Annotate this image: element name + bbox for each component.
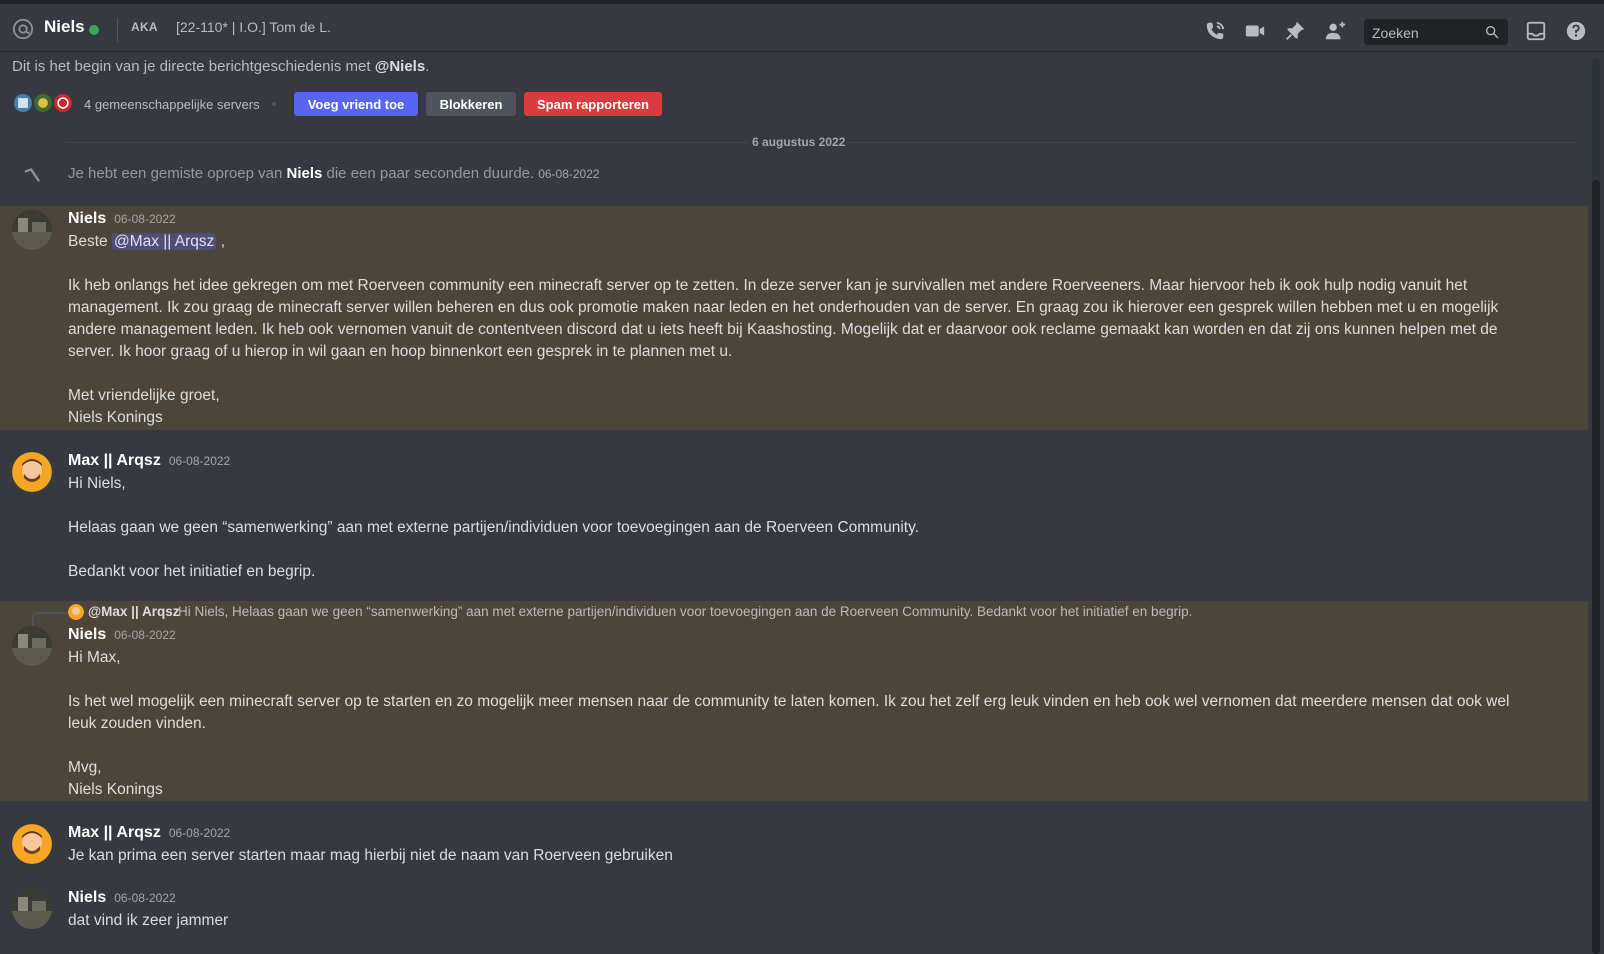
user-mention[interactable]: @Max || Arqsz (111, 233, 217, 250)
message-author[interactable]: Niels 06-08-2022 (68, 626, 176, 644)
message-author[interactable]: Max || Arqsz 06-08-2022 (68, 824, 230, 842)
message-author[interactable]: Max || Arqsz 06-08-2022 (68, 452, 230, 470)
call-timestamp: 06-08-2022 (538, 167, 600, 181)
mutual-server-icon[interactable] (52, 92, 74, 114)
message-content: dat vind ik zeer jammer (68, 912, 229, 929)
avatar[interactable] (12, 452, 52, 492)
avatar[interactable] (12, 626, 52, 666)
date-divider-line (846, 142, 1576, 143)
caller-name[interactable]: Niels (286, 165, 322, 182)
reply-avatar[interactable] (68, 604, 84, 620)
message-content: Hi Niels, Helaas gaan we geen “samenwerk… (68, 475, 919, 580)
message-timestamp: 06-08-2022 (114, 891, 176, 905)
message-author[interactable]: Niels 06-08-2022 (68, 210, 176, 228)
message-content: Je kan prima een server starten maar mag… (68, 847, 673, 864)
add-friend-icon[interactable] (1324, 20, 1346, 42)
date-divider: 6 augustus 2022 (752, 135, 846, 149)
aka-names[interactable]: [22-110* | I.O.] Tom de L. (176, 19, 331, 35)
mutual-server-icon[interactable] (32, 92, 54, 114)
conversation-start-text: Dit is het begin van je directe berichtg… (12, 58, 430, 75)
search-bar[interactable] (1364, 19, 1508, 45)
search-input[interactable] (1370, 22, 1484, 44)
message-content: Hi Max, Is het wel mogelijk een minecraf… (68, 649, 1510, 798)
avatar[interactable] (12, 889, 52, 929)
add-friend-button[interactable]: Voeg vriend toe (294, 92, 418, 116)
missed-call-message: Je hebt een gemiste oproep van Niels die… (68, 165, 600, 182)
online-status-dot (89, 25, 99, 35)
inbox-icon[interactable] (1525, 20, 1547, 42)
avatar[interactable] (12, 210, 52, 250)
dm-handle: @Niels (374, 58, 426, 75)
mutual-servers-link[interactable]: 4 gemeenschappelijke servers (84, 97, 260, 112)
aka-label: AKA (131, 20, 158, 34)
missed-call-icon (24, 168, 40, 182)
message-timestamp: 06-08-2022 (168, 826, 231, 840)
at-sign-icon (12, 18, 34, 40)
reply-preview[interactable]: Hi Niels, Helaas gaan we geen “samenwerk… (178, 604, 1192, 619)
message-timestamp: 06-08-2022 (114, 628, 176, 642)
avatar[interactable] (12, 824, 52, 864)
channel-header: Niels AKA [22-110* | I.O.] Tom de L. (0, 0, 1604, 52)
message-author[interactable]: Niels 06-08-2022 (68, 889, 176, 907)
dm-title[interactable]: Niels (44, 17, 85, 37)
mutual-server-icon[interactable] (12, 92, 34, 114)
message-timestamp: 06-08-2022 (114, 212, 176, 226)
date-divider-line (66, 142, 748, 143)
search-icon (1486, 25, 1499, 39)
scrollbar-thumb[interactable] (1592, 180, 1600, 954)
message-timestamp: 06-08-2022 (168, 454, 231, 468)
pin-icon[interactable] (1284, 20, 1306, 42)
header-divider (117, 18, 118, 42)
voice-call-icon[interactable] (1204, 20, 1226, 42)
help-icon[interactable] (1565, 20, 1587, 42)
message-content: Beste @Max || Arqsz , Ik heb onlangs het… (68, 233, 1499, 426)
block-button[interactable]: Blokkeren (426, 92, 516, 116)
video-call-icon[interactable] (1244, 20, 1266, 42)
dot-separator (272, 102, 276, 106)
report-spam-button[interactable]: Spam rapporteren (524, 92, 662, 116)
reply-author[interactable]: @Max || Arqsz (88, 604, 180, 619)
